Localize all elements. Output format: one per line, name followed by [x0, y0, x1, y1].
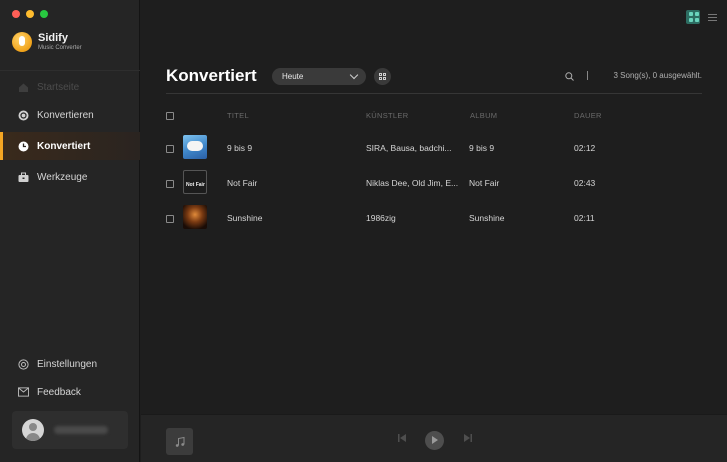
search-icon[interactable] — [565, 72, 574, 81]
song-title: 9 bis 9 — [227, 143, 253, 153]
album-view-button[interactable] — [374, 68, 391, 85]
music-note-icon — [175, 436, 184, 447]
gear-icon — [18, 358, 29, 370]
sidebar-divider — [0, 70, 140, 71]
clock-icon — [18, 141, 29, 152]
sidebar-item-konvertieren[interactable]: Konvertieren — [0, 101, 140, 129]
sidebar-item-label: Werkzeuge — [37, 171, 88, 183]
album-cover — [183, 205, 207, 229]
app-subtitle: Music Converter — [38, 44, 82, 51]
row-checkbox[interactable] — [166, 215, 174, 223]
sidebar-item-werkzeuge[interactable]: Werkzeuge — [0, 163, 140, 191]
toolbox-icon — [18, 172, 29, 183]
now-playing-artwork — [166, 428, 193, 455]
close-window-button[interactable] — [12, 10, 20, 18]
convert-icon — [18, 110, 29, 121]
song-title: Not Fair — [227, 178, 258, 188]
sidebar-item-label: Startseite — [37, 81, 80, 93]
table-row[interactable]: 9 bis 9 SIRA, Bausa, badchi... 9 bis 9 0… — [166, 134, 702, 164]
song-album: Not Fair — [469, 178, 500, 188]
previous-icon[interactable] — [397, 433, 407, 443]
sidebar-item-konvertiert[interactable]: Konvertiert — [0, 132, 140, 160]
sidebar-item-startseite[interactable]: Startseite — [0, 73, 140, 101]
main-panel: Konvertiert Heute 3 Song(s), 0 ausgewähl… — [141, 0, 727, 462]
table-row[interactable]: Sunshine 1986zig Sunshine 02:11 — [166, 204, 702, 234]
song-artist: SIRA, Bausa, badchi... — [366, 143, 452, 153]
user-icon — [22, 419, 44, 441]
column-header-title[interactable]: TITEL — [227, 111, 249, 120]
song-artist: Niklas Dee, Old Jim, E... — [366, 178, 459, 188]
sidebar: Sidify Music Converter Startseite Konver… — [0, 0, 140, 462]
grid-icon — [379, 73, 386, 80]
play-icon[interactable] — [425, 431, 444, 450]
sidebar-item-label: Konvertiert — [37, 140, 91, 152]
grid-view-icon[interactable] — [686, 10, 700, 24]
menu-icon[interactable] — [708, 13, 717, 21]
song-artist: 1986zig — [366, 213, 396, 223]
app-name: Sidify — [38, 31, 68, 44]
header-separator — [587, 71, 588, 80]
song-album: Sunshine — [469, 213, 505, 223]
next-icon[interactable] — [463, 433, 473, 443]
user-name-blurred — [54, 426, 108, 434]
app-logo: Sidify Music Converter — [12, 32, 82, 52]
column-header-album[interactable]: ALBUM — [470, 111, 497, 120]
user-account[interactable] — [12, 411, 128, 449]
sidebar-item-label: Einstellungen — [37, 358, 98, 370]
album-cover — [183, 135, 207, 159]
song-duration: 02:12 — [574, 143, 596, 153]
date-filter-value: Heute — [282, 72, 304, 81]
album-cover — [183, 170, 207, 194]
page-header: Konvertiert Heute 3 Song(s), 0 ausgewähl… — [166, 66, 702, 94]
select-all-checkbox[interactable] — [166, 112, 174, 120]
sidebar-item-feedback[interactable]: Feedback — [0, 378, 140, 406]
song-duration: 02:43 — [574, 178, 596, 188]
sidebar-item-label: Feedback — [37, 386, 81, 398]
chevron-down-icon — [349, 70, 359, 80]
song-title: Sunshine — [227, 213, 263, 223]
date-filter-select[interactable]: Heute — [272, 68, 366, 85]
table-row[interactable]: Not Fair Niklas Dee, Old Jim, E... Not F… — [166, 169, 702, 199]
selection-count: 3 Song(s), 0 ausgewählt. — [613, 71, 703, 80]
sidebar-item-einstellungen[interactable]: Einstellungen — [0, 350, 140, 378]
song-album: 9 bis 9 — [469, 143, 495, 153]
row-checkbox[interactable] — [166, 145, 174, 153]
maximize-window-button[interactable] — [40, 10, 48, 18]
minimize-window-button[interactable] — [26, 10, 34, 18]
sidebar-item-label: Konvertieren — [37, 109, 94, 121]
home-icon — [18, 82, 29, 93]
column-header-duration[interactable]: DAUER — [574, 111, 602, 120]
player-bar — [141, 414, 727, 462]
row-checkbox[interactable] — [166, 180, 174, 188]
mail-icon — [18, 387, 29, 398]
table-header: TITEL KÜNSTLER ALBUM DAUER — [166, 111, 702, 123]
song-duration: 02:11 — [574, 213, 595, 223]
sidify-logo-icon — [12, 32, 32, 52]
column-header-artist[interactable]: KÜNSTLER — [366, 111, 408, 120]
top-toolbar — [686, 10, 717, 24]
page-title: Konvertiert — [166, 66, 257, 85]
window-controls — [12, 10, 48, 18]
